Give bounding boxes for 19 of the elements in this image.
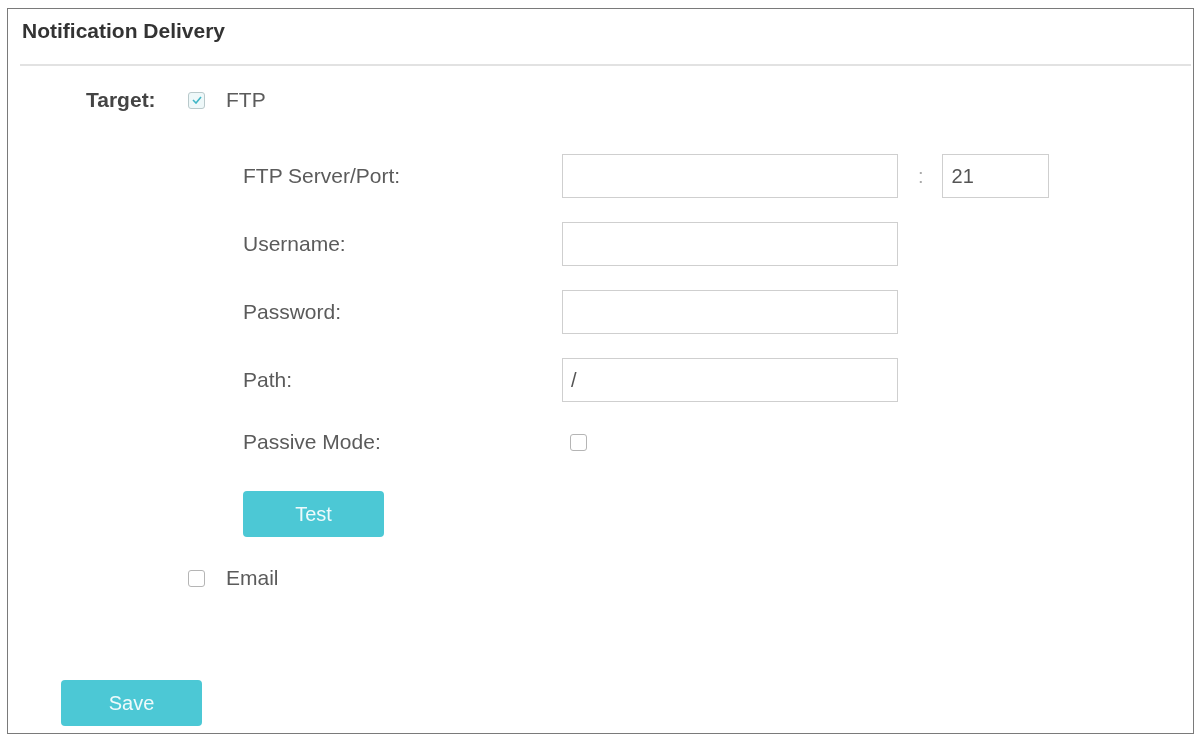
- server-field[interactable]: [562, 154, 898, 198]
- field-label: Username:: [243, 232, 347, 256]
- field-label: Passive Mode:: [243, 430, 382, 454]
- target-label: Target:: [86, 88, 157, 112]
- option-label: FTP: [226, 88, 266, 112]
- checkbox[interactable]: [188, 569, 205, 587]
- field-label: FTP Server/Port:: [243, 164, 402, 188]
- checkbox[interactable]: [188, 91, 205, 109]
- port-field[interactable]: 21: [941, 154, 1049, 198]
- field-label: Password:: [243, 300, 343, 324]
- field-label: Path:: [243, 368, 294, 392]
- option-label: Email: [226, 566, 279, 590]
- check-icon: [191, 96, 202, 104]
- input-field[interactable]: /: [562, 358, 898, 402]
- panel-title: Notification Delivery: [22, 19, 226, 42]
- input-field[interactable]: [562, 222, 898, 266]
- checkbox[interactable]: [570, 433, 587, 451]
- port-separator: :: [918, 164, 924, 188]
- input-field[interactable]: [562, 290, 898, 334]
